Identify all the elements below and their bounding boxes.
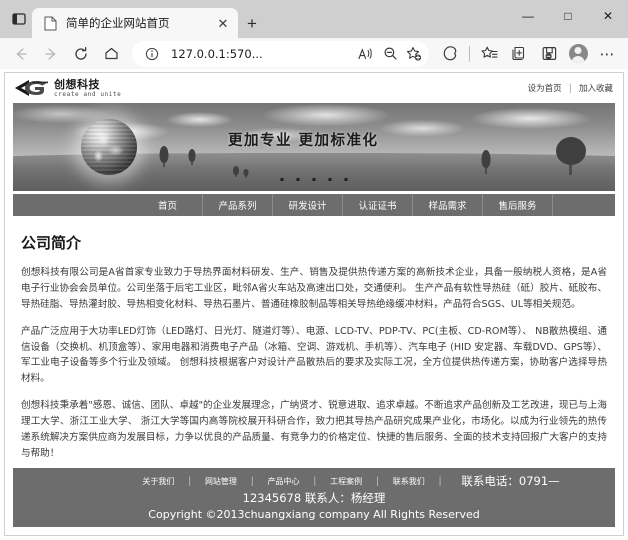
nav-item-home[interactable]: 首页 <box>133 194 203 217</box>
tab-search-icon[interactable] <box>6 0 32 38</box>
hero-banner[interactable]: 更加专业 更加标准化 <box>13 103 615 192</box>
home-icon[interactable] <box>96 40 126 68</box>
window-controls: — □ ✕ <box>508 0 628 32</box>
tree-icon <box>188 149 196 166</box>
collections-icon[interactable] <box>504 40 534 68</box>
toolbar-divider <box>469 45 470 62</box>
banner-slider-dots[interactable] <box>280 178 348 182</box>
read-aloud-icon[interactable] <box>354 43 378 65</box>
tree-icon <box>555 137 586 176</box>
new-tab-button[interactable]: + <box>238 8 266 38</box>
site-logo[interactable]: 创想科技 create and unite <box>13 78 121 98</box>
banner-slogan: 更加专业 更加标准化 <box>228 133 379 150</box>
edge-drop-icon[interactable] <box>534 40 564 68</box>
browser-window: 简单的企业网站首页 ✕ + — □ ✕ 127.0.0.1:570... ⋯ 创… <box>0 0 628 540</box>
footer-copyright: Copyright ©2013chuangxiang company All R… <box>148 508 480 521</box>
header-utility-links: 设为首页 | 加入收藏 <box>528 82 613 95</box>
add-favorite-icon[interactable] <box>402 43 426 65</box>
favorites-icon[interactable] <box>474 40 504 68</box>
page-viewport: 创想科技 create and unite 设为首页 | 加入收藏 更加专业 更… <box>0 69 628 540</box>
main-navigation: 首页 产品系列 研发设计 认证证书 样品需求 售后服务 <box>13 194 615 217</box>
forward-icon[interactable] <box>36 40 66 68</box>
footer-link-contact[interactable]: 联系我们 <box>379 476 439 487</box>
footer-phone-label: 联系电话：0791— <box>461 474 560 488</box>
site-header: 创想科技 create and unite 设为首页 | 加入收藏 <box>5 73 623 104</box>
header-link-separator: | <box>568 82 572 94</box>
footer-link-about[interactable]: 关于我们 <box>128 476 188 487</box>
add-favorite-link[interactable]: 加入收藏 <box>579 82 613 94</box>
main-content: 公司简介 创想科技有限公司是A省首家专业致力于导热界面材料研发、生产、销售及提供… <box>5 216 623 468</box>
slider-dot[interactable] <box>328 178 332 182</box>
tabstrip: 简单的企业网站首页 ✕ + <box>32 0 266 38</box>
tree-icon <box>159 146 169 168</box>
footer-link-site-admin[interactable]: 网站管理 <box>191 476 251 487</box>
footer-link-cases[interactable]: 工程案例 <box>316 476 376 487</box>
nav-item-after-sales[interactable]: 售后服务 <box>483 194 553 217</box>
back-icon[interactable] <box>6 40 36 68</box>
tree-icon <box>481 150 491 175</box>
profile-avatar[interactable] <box>564 40 592 68</box>
slider-dot[interactable] <box>312 178 316 182</box>
browser-essentials-icon[interactable] <box>435 40 465 68</box>
set-homepage-link[interactable]: 设为首页 <box>528 82 562 94</box>
page-title: 公司简介 <box>21 234 82 253</box>
tree-icon <box>233 166 239 178</box>
nav-spacer <box>13 194 133 216</box>
web-page: 创想科技 create and unite 设为首页 | 加入收藏 更加专业 更… <box>4 72 624 536</box>
avatar-icon <box>568 44 588 64</box>
zoom-out-icon[interactable] <box>378 43 402 65</box>
nav-item-certificates[interactable]: 认证证书 <box>343 194 413 217</box>
company-logo-icon <box>13 78 49 98</box>
refresh-icon[interactable] <box>66 40 96 68</box>
intro-paragraph-2: 产品广泛应用于大功率LED灯饰（LED路灯、日光灯、隧道灯等）、电源、LCD-T… <box>21 325 607 385</box>
company-name-en: create and unite <box>54 90 122 98</box>
nav-item-products[interactable]: 产品系列 <box>203 194 273 217</box>
more-options-icon[interactable]: ⋯ <box>592 40 622 68</box>
tab-close-icon[interactable]: ✕ <box>214 14 232 32</box>
footer-link-product-center[interactable]: 产品中心 <box>254 476 314 487</box>
close-window-button[interactable]: ✕ <box>588 0 628 32</box>
slider-dot[interactable] <box>344 178 348 182</box>
intro-paragraph-1: 创想科技有限公司是A省首家专业致力于导热界面材料研发、生产、销售及提供热传递方案… <box>21 267 607 310</box>
slider-dot[interactable] <box>296 178 300 182</box>
logo-text: 创想科技 create and unite <box>54 79 121 98</box>
tree-icon <box>243 169 249 179</box>
footer-contact-line: 12345678 联系人：杨经理 <box>242 491 386 505</box>
minimize-button[interactable]: — <box>508 0 548 32</box>
browser-toolbar: 127.0.0.1:570... ⋯ <box>0 38 628 70</box>
slider-dot[interactable] <box>280 178 284 182</box>
tab-title: 简单的企业网站首页 <box>66 16 170 30</box>
address-bar[interactable]: 127.0.0.1:570... <box>132 40 429 67</box>
globe-icon <box>81 119 137 176</box>
browser-tab[interactable]: 简单的企业网站首页 ✕ <box>32 8 238 38</box>
site-info-icon[interactable] <box>140 43 164 65</box>
page-favicon-icon <box>42 15 58 31</box>
address-bar-url: 127.0.0.1:570... <box>171 46 263 61</box>
maximize-button[interactable]: □ <box>548 0 588 32</box>
intro-paragraph-3: 创想科技秉承着"感恩、诚信、团队、卓越"的企业发展理念，广纳贤才、锐意进取、追求… <box>21 400 607 459</box>
nav-item-rnd[interactable]: 研发设计 <box>273 194 343 217</box>
footer-separator: | <box>438 475 442 487</box>
site-footer: 关于我们 | 网站管理 | 产品中心 | 工程案例 | 联系我们 | 联系电话：… <box>13 468 615 527</box>
company-name-cn: 创想科技 <box>54 78 100 92</box>
footer-links-row: 关于我们 | 网站管理 | 产品中心 | 工程案例 | 联系我们 | 联系电话：… <box>13 473 615 489</box>
nav-item-samples[interactable]: 样品需求 <box>413 194 483 217</box>
browser-titlebar: 简单的企业网站首页 ✕ + — □ ✕ <box>0 0 628 38</box>
